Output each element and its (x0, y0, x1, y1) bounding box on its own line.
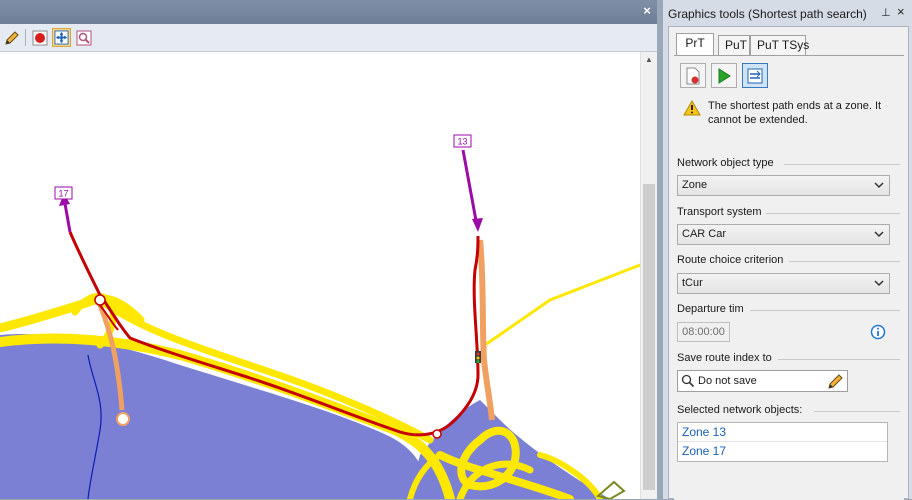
departure-time-label: Departure tim (677, 303, 748, 315)
play-icon (718, 67, 731, 84)
transport-system-value: CAR Car (682, 228, 727, 240)
route-choice-label: Route choice criterion (677, 254, 788, 266)
panel-titlebar: Graphics tools (Shortest path search) ⊥ … (663, 0, 912, 26)
pan-icon[interactable] (52, 28, 71, 47)
svg-text:13: 13 (457, 137, 467, 147)
tab-prt[interactable]: PrT (676, 33, 714, 56)
svg-text:17: 17 (58, 189, 68, 199)
graphics-tools-panel: Graphics tools (Shortest path search) ⊥ … (663, 0, 912, 500)
toolbar-separator (25, 29, 26, 46)
chevron-down-icon (874, 280, 884, 287)
list-item[interactable]: Zone 17 (678, 442, 887, 461)
record-icon[interactable] (30, 28, 49, 47)
departure-time-field[interactable]: 08:00:00 (677, 322, 730, 342)
route-choice-value: tCur (682, 277, 703, 289)
zone-label-13[interactable]: 13 (453, 134, 472, 148)
map-node[interactable] (432, 429, 442, 439)
signal-marker[interactable] (475, 351, 481, 363)
list-item[interactable]: Zone 13 (678, 423, 887, 442)
panel-close-button[interactable]: × (897, 4, 911, 20)
edit-pencil-icon[interactable] (827, 373, 844, 390)
panel-title: Graphics tools (Shortest path search) (668, 7, 867, 21)
chevron-down-icon (874, 231, 884, 238)
extend-path-icon (747, 68, 763, 83)
scroll-thumb[interactable] (643, 184, 655, 490)
pencil-icon[interactable] (2, 28, 21, 47)
extend-path-button[interactable] (742, 63, 768, 88)
map-titlebar: × (0, 0, 657, 24)
network-object-type-label: Network object type (677, 157, 778, 169)
map-node[interactable] (94, 294, 106, 306)
divider (778, 359, 900, 360)
divider (766, 213, 900, 214)
save-route-value: Do not save (698, 375, 757, 387)
run-button[interactable] (711, 63, 737, 88)
map-toolbar (0, 24, 657, 52)
warning-icon (683, 100, 701, 116)
network-object-type-value: Zone (682, 179, 708, 191)
network-object-type-select[interactable]: Zone (677, 175, 890, 196)
map-canvas[interactable]: 17 13 (0, 52, 640, 499)
selected-objects-label: Selected network objects: (677, 404, 807, 416)
zoom-icon[interactable] (74, 28, 93, 47)
save-route-field[interactable]: Do not save (677, 370, 848, 392)
divider (814, 411, 900, 412)
divider (789, 261, 900, 262)
divider (784, 164, 900, 165)
map-window: × 17 13 ▲ (0, 0, 657, 499)
divider (750, 310, 900, 311)
route-choice-select[interactable]: tCur (677, 273, 890, 294)
scroll-up-arrow[interactable]: ▲ (641, 54, 657, 66)
chevron-down-icon (874, 182, 884, 189)
transport-system-select[interactable]: CAR Car (677, 224, 890, 245)
tab-content-prt: The shortest path ends at a zone. It can… (674, 55, 904, 500)
search-icon (681, 374, 695, 388)
save-route-label: Save route index to (677, 352, 776, 364)
info-icon[interactable] (870, 324, 886, 340)
panel-body: PrT PuT PuT TSys The shortest path ends … (668, 26, 909, 500)
zone-arrows (59, 149, 483, 233)
selected-objects-list: Zone 13 Zone 17 (677, 422, 888, 462)
transport-system-label: Transport system (677, 206, 766, 218)
zone-polygon-right[interactable] (408, 400, 610, 499)
map-vertical-scrollbar[interactable]: ▲ (640, 52, 657, 499)
new-path-button[interactable] (680, 63, 706, 88)
map-close-button[interactable]: × (639, 3, 655, 19)
pin-icon[interactable]: ⊥ (881, 6, 893, 20)
zone-label-17[interactable]: 17 (54, 186, 73, 200)
tab-put[interactable]: PuT (718, 35, 750, 55)
map-object[interactable] (595, 480, 626, 499)
new-path-icon (686, 67, 700, 84)
warning-text: The shortest path ends at a zone. It can… (708, 100, 882, 126)
tab-put-tsys[interactable]: PuT TSys (750, 35, 809, 55)
